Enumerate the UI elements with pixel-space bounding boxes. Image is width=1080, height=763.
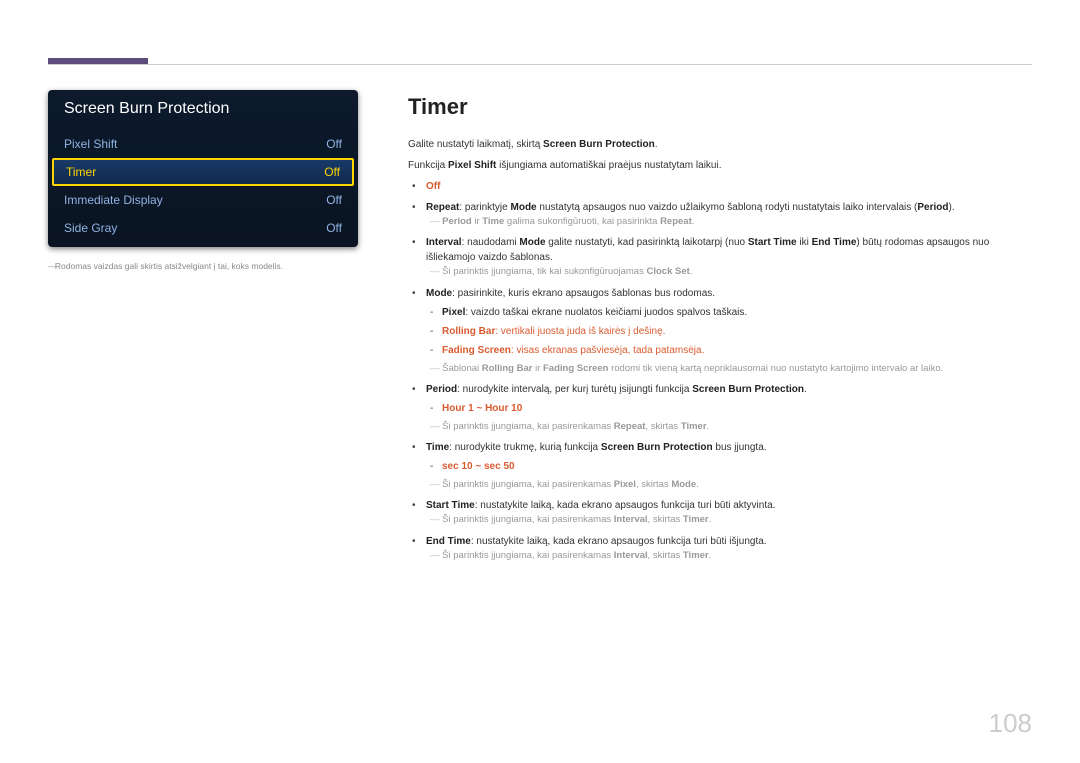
osd-panel: Screen Burn Protection Pixel Shift Off T… (48, 90, 358, 247)
osd-value: Off (324, 165, 340, 179)
note-interval-timer-2: Ši parinktis įjungiama, kai pasirenkamas… (426, 549, 1032, 563)
osd-label: Immediate Display (64, 193, 163, 207)
osd-title: Screen Burn Protection (48, 90, 358, 130)
intro-line-1: Galite nustatyti laikmatį, skirtą Screen… (408, 137, 1032, 152)
osd-value: Off (326, 137, 342, 151)
intro-line-2: Funkcija Pixel Shift išjungiama automati… (408, 158, 1032, 173)
osd-label: Side Gray (64, 221, 117, 235)
osd-label: Timer (66, 165, 96, 179)
osd-value: Off (326, 221, 342, 235)
note-templates: Šablonai Rolling Bar ir Fading Screen ro… (426, 362, 1032, 376)
sub-rolling-bar: Rolling Bar: vertikali juosta juda iš ka… (442, 324, 1032, 339)
li-start-time: Start Time: nustatykite laiką, kada ekra… (426, 498, 1032, 527)
sub-hour-range: Hour 1 ~ Hour 10 (442, 401, 1032, 416)
sub-pixel: Pixel: vaizdo taškai ekrane nuolatos kei… (442, 305, 1032, 320)
osd-row-immediate-display[interactable]: Immediate Display Off (48, 186, 358, 214)
li-repeat: Repeat: parinktyje Mode nustatytą apsaug… (426, 200, 1032, 229)
li-interval: Interval: naudodami Mode galite nustatyt… (426, 235, 1032, 279)
sub-fading-screen: Fading Screen: visas ekranas pašviesėja,… (442, 343, 1032, 358)
li-period: Period: nurodykite intervalą, per kurį t… (426, 382, 1032, 434)
page-rule (48, 64, 1032, 65)
li-off: Off (426, 179, 1032, 194)
osd-row-pixel-shift[interactable]: Pixel Shift Off (48, 130, 358, 158)
right-column: Timer Galite nustatyti laikmatį, skirtą … (408, 90, 1032, 715)
osd-label: Pixel Shift (64, 137, 117, 151)
li-time: Time: nurodykite trukmę, kurią funkcija … (426, 440, 1032, 492)
section-heading: Timer (408, 90, 1032, 123)
note-interval-timer-1: Ši parinktis įjungiama, kai pasirenkamas… (426, 513, 1032, 527)
left-footnote: Rodomas vaizdas gali skirtis atsižvelgia… (48, 261, 358, 271)
osd-value: Off (326, 193, 342, 207)
note-pixel-mode: Ši parinktis įjungiama, kai pasirenkamas… (426, 478, 1032, 492)
osd-row-side-gray[interactable]: Side Gray Off (48, 214, 358, 247)
note-period-time: Period ir Time galima sukonfigūruoti, ka… (426, 215, 1032, 229)
note-clock-set: Ši parinktis įjungiama, tik kai sukonfig… (426, 265, 1032, 279)
left-column: Screen Burn Protection Pixel Shift Off T… (48, 90, 358, 715)
li-end-time: End Time: nustatykite laiką, kada ekrano… (426, 534, 1032, 563)
osd-row-timer[interactable]: Timer Off (52, 158, 354, 186)
page-number: 108 (989, 708, 1032, 739)
option-list: Off Repeat: parinktyje Mode nustatytą ap… (408, 179, 1032, 563)
li-mode: Mode: pasirinkite, kuris ekrano apsaugos… (426, 286, 1032, 376)
sub-sec-range: sec 10 ~ sec 50 (442, 459, 1032, 474)
note-repeat-timer: Ši parinktis įjungiama, kai pasirenkamas… (426, 420, 1032, 434)
page-content: Screen Burn Protection Pixel Shift Off T… (48, 90, 1032, 715)
